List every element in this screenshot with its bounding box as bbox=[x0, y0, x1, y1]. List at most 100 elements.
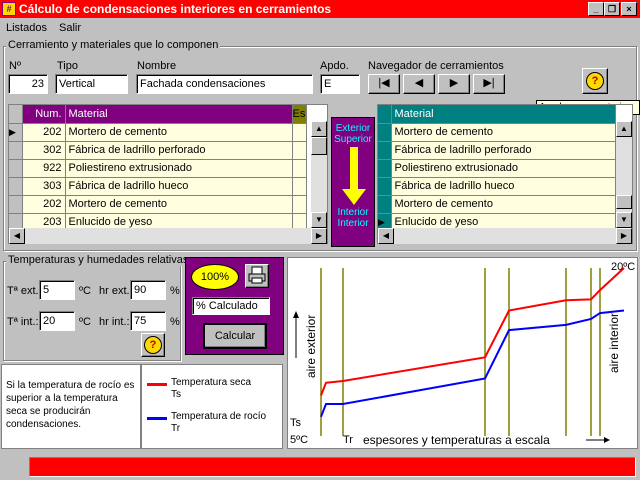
text-field[interactable]: 5 bbox=[39, 280, 75, 300]
scroll-down-icon[interactable]: ▼ bbox=[616, 212, 632, 228]
hrext-label: hr ext.: bbox=[99, 285, 133, 297]
tint-label: Tª int.: bbox=[7, 316, 39, 328]
right-grid-hscroll[interactable]: ◀ ▶ bbox=[378, 228, 632, 244]
cell-material[interactable]: Mortero de cemento bbox=[65, 195, 293, 214]
nav-first-button[interactable]: |◀ bbox=[368, 74, 400, 94]
table-row[interactable]: ▶ 202 Mortero de cemento bbox=[9, 123, 307, 142]
tipo-field[interactable]: Vertical bbox=[55, 74, 128, 94]
nav-label: Navegador de cerramientos bbox=[368, 60, 504, 72]
cell-num[interactable]: 922 bbox=[22, 159, 66, 178]
row-indicator[interactable] bbox=[378, 159, 392, 178]
num-label: Nº bbox=[9, 60, 21, 72]
x-axis-arrow-head bbox=[604, 437, 610, 443]
scroll-right-icon[interactable]: ▶ bbox=[311, 228, 327, 244]
table-row[interactable]: 302 Fábrica de ladrillo perforado bbox=[9, 141, 307, 160]
calcular-button[interactable]: Calcular bbox=[203, 323, 267, 349]
col-material-header-right[interactable]: Material bbox=[391, 105, 616, 124]
nav-next-button[interactable]: ▶ bbox=[438, 74, 470, 94]
grid-corner bbox=[9, 105, 23, 124]
cell-material[interactable]: Poliestireno extrusionado bbox=[391, 159, 616, 178]
cell-num[interactable]: 202 bbox=[22, 195, 66, 214]
row-indicator[interactable] bbox=[9, 159, 23, 178]
apdo-field[interactable]: E bbox=[320, 74, 360, 94]
materials-grid-right[interactable]: Material Mortero de cemento Fábrica de la… bbox=[377, 104, 633, 244]
cell-es[interactable] bbox=[292, 177, 307, 196]
table-row[interactable]: 202 Mortero de cemento bbox=[9, 195, 307, 214]
cell-material[interactable]: Fábrica de ladrillo perforado bbox=[65, 141, 293, 160]
col-material-header[interactable]: Material bbox=[65, 105, 293, 124]
row-indicator[interactable] bbox=[9, 195, 23, 214]
hrext-field[interactable]: 90 bbox=[130, 280, 166, 300]
scroll-up-icon[interactable]: ▲ bbox=[311, 121, 327, 137]
menu-salir[interactable]: Salir bbox=[59, 22, 81, 34]
row-indicator[interactable] bbox=[9, 141, 23, 160]
table-row[interactable]: 303 Fábrica de ladrillo hueco bbox=[9, 177, 307, 196]
cell-es[interactable] bbox=[292, 195, 307, 214]
scroll-down-icon[interactable]: ▼ bbox=[311, 212, 327, 228]
cell-material[interactable]: Mortero de cemento bbox=[391, 195, 616, 214]
row-indicator[interactable]: ▶ bbox=[9, 123, 23, 142]
row-indicator[interactable] bbox=[378, 141, 392, 160]
menu-listados[interactable]: Listados bbox=[6, 22, 47, 34]
row-indicator[interactable] bbox=[9, 177, 23, 196]
table-row[interactable]: Poliestireno extrusionado bbox=[378, 159, 616, 178]
table-row[interactable]: 922 Poliestireno extrusionado bbox=[9, 159, 307, 178]
cell-material[interactable]: Mortero de cemento bbox=[65, 123, 293, 142]
close-button[interactable]: × bbox=[621, 2, 637, 16]
cell-num[interactable]: 303 bbox=[22, 177, 66, 196]
restore-button[interactable]: ❐ bbox=[604, 2, 620, 16]
left-grid-vscroll[interactable]: ▲ ▼ bbox=[311, 121, 327, 228]
scroll-thumb[interactable] bbox=[311, 137, 327, 155]
right-grid-vscroll[interactable]: ▲ ▼ bbox=[616, 121, 632, 228]
scroll-left-icon[interactable]: ◀ bbox=[378, 228, 394, 244]
cell-es[interactable] bbox=[292, 123, 307, 142]
row-indicator[interactable] bbox=[378, 123, 392, 142]
hrint-field[interactable]: 75 bbox=[130, 311, 166, 331]
scroll-right-icon[interactable]: ▶ bbox=[616, 228, 632, 244]
nav-prev-button[interactable]: ◀ bbox=[403, 74, 435, 94]
calc-status-field: % Calculado bbox=[192, 297, 270, 315]
col-es-header[interactable]: Es bbox=[292, 105, 307, 124]
grid-corner-right bbox=[378, 105, 392, 124]
table-row[interactable]: Fábrica de ladrillo hueco bbox=[378, 177, 616, 196]
materials-grid-left[interactable]: Num. Material Es ▶ 202 Mortero de cemento 3… bbox=[8, 104, 328, 244]
nav-last-button[interactable]: ▶| bbox=[473, 74, 505, 94]
chart-tr-label: Tr bbox=[343, 434, 353, 446]
apdo-label: Apdo. bbox=[320, 60, 349, 72]
table-row[interactable]: Fábrica de ladrillo perforado bbox=[378, 141, 616, 160]
row-indicator[interactable] bbox=[378, 177, 392, 196]
scroll-left-icon[interactable]: ◀ bbox=[9, 228, 25, 244]
direction-bottom-label: Interior Interior bbox=[337, 207, 369, 229]
minimize-button[interactable]: _ bbox=[588, 2, 604, 16]
nombre-label: Nombre bbox=[137, 60, 177, 72]
nombre-field[interactable]: Fachada condensaciones bbox=[136, 74, 313, 94]
col-num-header[interactable]: Num. bbox=[22, 105, 66, 124]
temperature-chart: 20ºC 5ºC Ts Tr espesores y temperaturas a es… bbox=[287, 257, 638, 449]
help-button[interactable]: ? bbox=[582, 68, 608, 94]
num-field[interactable]: 23 bbox=[8, 74, 48, 94]
row-indicator[interactable] bbox=[378, 195, 392, 214]
table-row[interactable]: Mortero de cemento bbox=[378, 195, 616, 214]
chart-bottom-left-label: 5ºC bbox=[290, 434, 308, 446]
cell-num[interactable]: 202 bbox=[22, 123, 66, 142]
status-bar bbox=[29, 457, 636, 477]
cell-material[interactable]: Fábrica de ladrillo hueco bbox=[391, 177, 616, 196]
text-label: Tª ext.: bbox=[7, 285, 42, 297]
temps-help-button[interactable]: ? bbox=[141, 333, 165, 357]
hrint-label: hr int.: bbox=[99, 316, 130, 328]
cell-material[interactable]: Mortero de cemento bbox=[391, 123, 616, 142]
scroll-up-icon[interactable]: ▲ bbox=[616, 121, 632, 137]
legend-rocio-swatch bbox=[147, 417, 167, 420]
cell-material[interactable]: Poliestireno extrusionado bbox=[65, 159, 293, 178]
tint-field[interactable]: 20 bbox=[39, 311, 75, 331]
scroll-thumb[interactable] bbox=[616, 195, 632, 209]
cell-es[interactable] bbox=[292, 141, 307, 160]
cell-material[interactable]: Fábrica de ladrillo hueco bbox=[65, 177, 293, 196]
title-bar: # Cálculo de condensaciones interiores e… bbox=[0, 0, 640, 18]
cell-es[interactable] bbox=[292, 159, 307, 178]
print-button[interactable] bbox=[245, 264, 269, 288]
cell-material[interactable]: Fábrica de ladrillo perforado bbox=[391, 141, 616, 160]
left-grid-hscroll[interactable]: ◀ ▶ bbox=[9, 228, 327, 244]
cell-num[interactable]: 302 bbox=[22, 141, 66, 160]
table-row[interactable]: Mortero de cemento bbox=[378, 123, 616, 142]
